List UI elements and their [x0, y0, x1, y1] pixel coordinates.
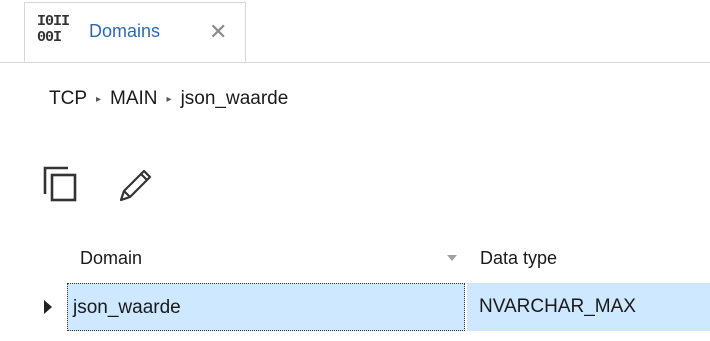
- tab-domains[interactable]: I0II 00I Domains ✕: [24, 2, 246, 62]
- breadcrumb-separator-icon: ▸: [96, 93, 102, 105]
- column-header-domain[interactable]: Domain: [80, 248, 142, 269]
- tab-label: Domains: [89, 21, 161, 41]
- icon-row: 00I: [37, 29, 62, 46]
- cell-domain[interactable]: json_waarde: [67, 283, 465, 331]
- icon-row: I0II: [37, 13, 70, 30]
- binary-table-icon: I0II 00I: [37, 13, 70, 48]
- copy-icon: [43, 166, 77, 202]
- copy-button[interactable]: [42, 165, 82, 205]
- breadcrumb-item-json-waarde[interactable]: json_waarde: [181, 88, 289, 110]
- table-row[interactable]: json_waarde NVARCHAR_MAX: [0, 283, 710, 331]
- grid-header: Domain Data type: [0, 240, 710, 280]
- edit-button[interactable]: [116, 165, 156, 205]
- breadcrumb: TCP ▸ MAIN ▸ json_waarde: [49, 88, 288, 110]
- column-header-data-type[interactable]: Data type: [480, 248, 557, 269]
- cell-data-type[interactable]: NVARCHAR_MAX: [467, 283, 710, 331]
- cell-domain-text: json_waarde: [73, 297, 181, 318]
- close-icon[interactable]: ✕: [209, 19, 227, 45]
- expand-row-icon[interactable]: [44, 300, 52, 314]
- breadcrumb-item-main[interactable]: MAIN: [110, 88, 158, 110]
- edit-pencil-icon: [119, 169, 152, 202]
- cell-data-type-text: NVARCHAR_MAX: [479, 296, 636, 317]
- breadcrumb-separator-icon: ▸: [166, 93, 172, 105]
- tab-strip: I0II 00I Domains ✕: [0, 0, 710, 63]
- breadcrumb-item-tcp[interactable]: TCP: [49, 88, 87, 110]
- sort-descending-icon[interactable]: [447, 255, 457, 261]
